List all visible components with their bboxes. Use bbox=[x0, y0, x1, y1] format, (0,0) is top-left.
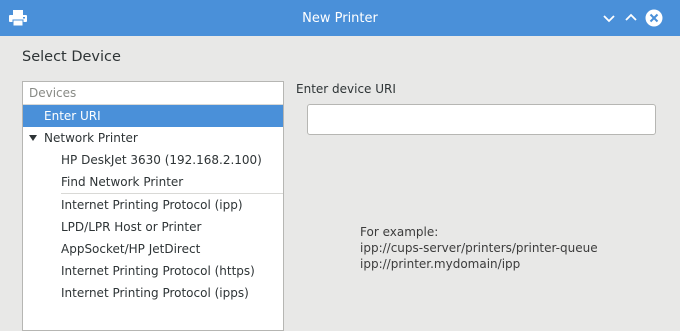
device-item-label: Internet Printing Protocol (ipp) bbox=[61, 198, 243, 212]
device-item-label: Find Network Printer bbox=[61, 175, 184, 189]
device-item-label: Internet Printing Protocol (ipps) bbox=[61, 286, 249, 300]
device-item-enter-uri[interactable]: Enter URI bbox=[23, 105, 283, 127]
title-bar[interactable]: New Printer bbox=[0, 0, 680, 36]
example-uri-1: ipp://cups-server/printers/printer-queue bbox=[360, 241, 598, 255]
uri-example: For example: ipp://cups-server/printers/… bbox=[360, 224, 598, 272]
device-item-lpd[interactable]: LPD/LPR Host or Printer bbox=[23, 216, 283, 238]
example-title: For example: bbox=[360, 225, 439, 239]
device-item-ipp[interactable]: Internet Printing Protocol (ipp) bbox=[23, 194, 283, 216]
device-item-hp-deskjet[interactable]: HP DeskJet 3630 (192.168.2.100) bbox=[23, 149, 283, 171]
device-item-label: Enter URI bbox=[44, 109, 101, 123]
example-uri-2: ipp://printer.mydomain/ipp bbox=[360, 257, 521, 271]
uri-label: Enter device URI bbox=[296, 82, 396, 96]
window-title: New Printer bbox=[302, 11, 378, 26]
device-item-label: AppSocket/HP JetDirect bbox=[61, 242, 201, 256]
device-item-appsocket[interactable]: AppSocket/HP JetDirect bbox=[23, 238, 283, 260]
device-item-label: LPD/LPR Host or Printer bbox=[61, 220, 202, 234]
expander-icon[interactable] bbox=[29, 135, 37, 141]
chevron-up-icon[interactable] bbox=[622, 9, 640, 27]
list-header: Devices bbox=[23, 82, 283, 105]
device-item-label: Network Printer bbox=[44, 131, 138, 145]
device-item-find-network-printer[interactable]: Find Network Printer bbox=[23, 171, 283, 193]
device-item-network-printer[interactable]: Network Printer bbox=[23, 127, 283, 149]
device-item-label: HP DeskJet 3630 (192.168.2.100) bbox=[61, 153, 262, 167]
device-item-ipp-https[interactable]: Internet Printing Protocol (https) bbox=[23, 260, 283, 282]
device-item-ipps[interactable]: Internet Printing Protocol (ipps) bbox=[23, 282, 283, 304]
page-title: Select Device bbox=[22, 49, 121, 65]
device-uri-input[interactable] bbox=[307, 104, 656, 135]
close-icon[interactable] bbox=[645, 9, 663, 27]
device-list[interactable]: Devices Enter URI Network Printer HP Des… bbox=[22, 81, 284, 331]
device-item-label: Internet Printing Protocol (https) bbox=[61, 264, 255, 278]
chevron-down-icon[interactable] bbox=[600, 9, 618, 27]
